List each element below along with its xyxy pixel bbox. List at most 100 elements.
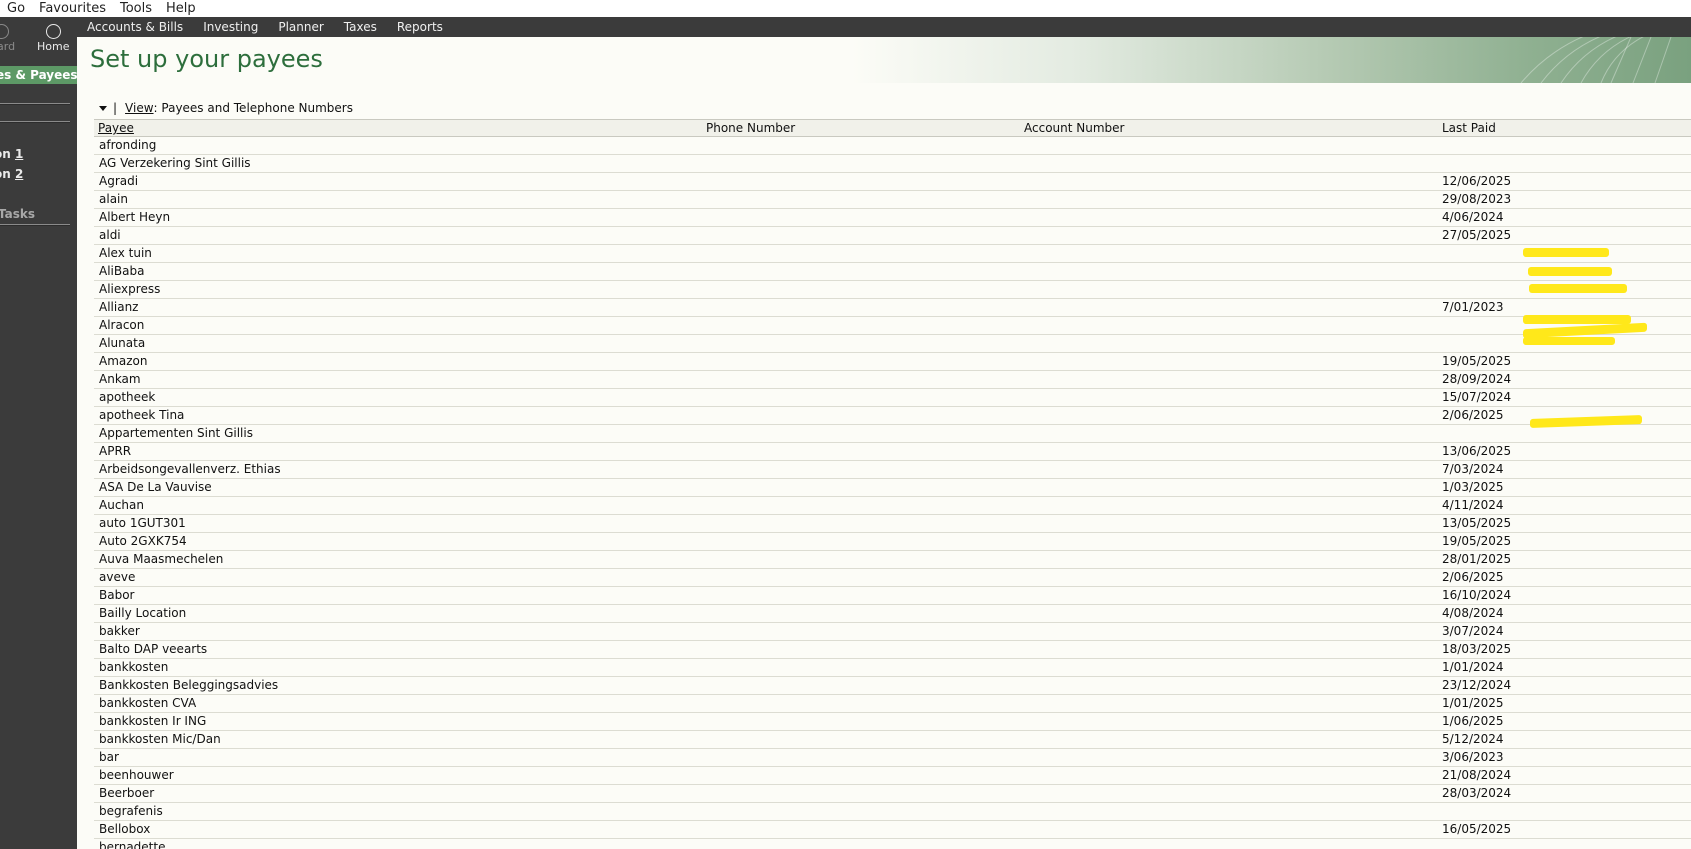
last-paid-cell: 3/06/2023 — [1442, 750, 1504, 764]
last-paid-cell: 7/03/2024 — [1442, 462, 1504, 476]
payee-cell: apotheek Tina — [99, 408, 185, 422]
table-row[interactable]: apotheek Tina 2/06/2025 — [94, 407, 1691, 425]
payee-cell: afronding — [99, 138, 157, 152]
table-row[interactable]: bankkosten CVA 1/01/2025 — [94, 695, 1691, 713]
last-paid-cell: 4/06/2024 — [1442, 210, 1504, 224]
column-header-phone[interactable]: Phone Number — [706, 121, 795, 135]
table-row[interactable]: APRR 13/06/2025 — [94, 443, 1691, 461]
last-paid-cell: 1/06/2025 — [1442, 714, 1504, 728]
table-row[interactable]: bakker 3/07/2024 — [94, 623, 1691, 641]
table-row[interactable]: Albert Heyn 4/06/2024 — [94, 209, 1691, 227]
table-row[interactable]: alain 29/08/2023 — [94, 191, 1691, 209]
table-row[interactable]: Bankkosten Beleggingsadvies 23/12/2024 — [94, 677, 1691, 695]
table-row[interactable]: Appartementen Sint Gillis — [94, 425, 1691, 443]
last-paid-cell: 5/12/2024 — [1442, 732, 1504, 746]
tab-accounts-bills[interactable]: Accounts & Bills — [77, 17, 193, 37]
table-row[interactable]: Balto DAP veearts 18/03/2025 — [94, 641, 1691, 659]
payee-cell: bankkosten — [99, 660, 169, 674]
table-row[interactable]: Aliexpress — [94, 281, 1691, 299]
last-paid-cell: 28/01/2025 — [1442, 552, 1512, 566]
redaction-highlight — [1523, 248, 1609, 257]
table-row[interactable]: Ankam 28/09/2024 — [94, 371, 1691, 389]
table-row[interactable]: begrafenis — [94, 803, 1691, 821]
table-row[interactable]: bar 3/06/2023 — [94, 749, 1691, 767]
view-divider: | — [113, 101, 118, 115]
redaction-highlight — [1529, 284, 1627, 293]
table-row[interactable]: beenhouwer 21/08/2024 — [94, 767, 1691, 785]
table-row[interactable]: Arbeidsongevallenverz. Ethias 7/03/2024 — [94, 461, 1691, 479]
last-paid-cell: 1/03/2025 — [1442, 480, 1504, 494]
payee-cell: bernadette — [99, 840, 166, 849]
table-row[interactable]: bankkosten Ir ING 1/06/2025 — [94, 713, 1691, 731]
menu-tools[interactable]: Tools — [113, 0, 159, 17]
table-row[interactable]: Alunata — [94, 335, 1691, 353]
last-paid-cell: 7/01/2023 — [1442, 300, 1504, 314]
menu-go[interactable]: Go — [0, 0, 32, 17]
table-row[interactable]: aveve 2/06/2025 — [94, 569, 1691, 587]
table-row[interactable]: Beerboer 28/03/2024 — [94, 785, 1691, 803]
table-row[interactable]: bernadette — [94, 839, 1691, 849]
left-option-1[interactable]: on 1 — [0, 147, 23, 161]
table-row[interactable]: AG Verzekering Sint Gillis — [94, 155, 1691, 173]
table-row[interactable]: aldi 27/05/2025 — [94, 227, 1691, 245]
table-row[interactable]: ASA De La Vauvise 1/03/2025 — [94, 479, 1691, 497]
table-row[interactable]: Auto 2GXK754 19/05/2025 — [94, 533, 1691, 551]
table-row[interactable]: apotheek 15/07/2024 — [94, 389, 1691, 407]
table-row[interactable]: Amazon 19/05/2025 — [94, 353, 1691, 371]
tab-investing[interactable]: Investing — [193, 17, 268, 37]
home-label: Home — [37, 40, 70, 53]
table-row[interactable]: Alex tuin — [94, 245, 1691, 263]
payee-cell: Balto DAP veearts — [99, 642, 208, 656]
last-paid-cell: 16/05/2025 — [1442, 822, 1512, 836]
divider — [0, 103, 70, 105]
column-header-last-paid[interactable]: Last Paid — [1442, 121, 1496, 135]
last-paid-cell: 13/06/2025 — [1442, 444, 1512, 458]
table-row[interactable]: Bailly Location 4/08/2024 — [94, 605, 1691, 623]
tab-reports[interactable]: Reports — [387, 17, 453, 37]
left-option-2[interactable]: on 2 — [0, 167, 23, 181]
tab-taxes[interactable]: Taxes — [334, 17, 387, 37]
payee-cell: begrafenis — [99, 804, 163, 818]
payee-cell: Ankam — [99, 372, 141, 386]
column-header-payee[interactable]: Payee — [98, 121, 134, 135]
view-selector[interactable]: | View: Payees and Telephone Numbers — [99, 101, 353, 115]
table-row[interactable]: Alracon — [94, 317, 1691, 335]
table-row[interactable]: afronding — [94, 137, 1691, 155]
table-row[interactable]: Auva Maasmechelen 28/01/2025 — [94, 551, 1691, 569]
view-label: View — [125, 101, 154, 115]
last-paid-cell: 21/08/2024 — [1442, 768, 1512, 782]
table-row[interactable]: Bellobox 16/05/2025 — [94, 821, 1691, 839]
last-paid-cell: 2/06/2025 — [1442, 570, 1504, 584]
table-row[interactable]: bankkosten 1/01/2024 — [94, 659, 1691, 677]
payee-cell: APRR — [99, 444, 132, 458]
menu-favourites[interactable]: Favourites — [32, 0, 113, 17]
payee-cell: Auto 2GXK754 — [99, 534, 187, 548]
last-paid-cell: 28/09/2024 — [1442, 372, 1512, 386]
column-header-account[interactable]: Account Number — [1024, 121, 1124, 135]
table-row[interactable]: Auchan 4/11/2024 — [94, 497, 1691, 515]
menu-help[interactable]: Help — [159, 0, 203, 17]
payee-cell: ASA De La Vauvise — [99, 480, 212, 494]
tasks-label[interactable]: Tasks — [0, 207, 35, 221]
table-row[interactable]: auto 1GUT301 13/05/2025 — [94, 515, 1691, 533]
forward-label: ward — [0, 40, 16, 53]
table-row[interactable]: bankkosten Mic/Dan 5/12/2024 — [94, 731, 1691, 749]
dropdown-arrow-icon[interactable] — [99, 105, 107, 111]
payee-cell: aldi — [99, 228, 121, 242]
table-row[interactable]: Babor 16/10/2024 — [94, 587, 1691, 605]
forward-icon — [0, 24, 10, 39]
tab-planner[interactable]: Planner — [268, 17, 333, 37]
home-button[interactable]: Home — [37, 24, 69, 53]
forward-button[interactable]: ward — [0, 24, 15, 53]
table-row[interactable]: AliBaba — [94, 263, 1691, 281]
left-pane: ward Home es & Payees on 1 on 2 Tasks — [0, 17, 77, 849]
last-paid-cell: 3/07/2024 — [1442, 624, 1504, 638]
last-paid-cell: 15/07/2024 — [1442, 390, 1512, 404]
last-paid-cell: 29/08/2023 — [1442, 192, 1512, 206]
table-row[interactable]: Agradi 12/06/2025 — [94, 173, 1691, 191]
payee-cell: beenhouwer — [99, 768, 174, 782]
table-row[interactable]: Allianz 7/01/2023 — [94, 299, 1691, 317]
last-paid-cell: 1/01/2024 — [1442, 660, 1504, 674]
last-paid-cell: 1/01/2025 — [1442, 696, 1504, 710]
left-option-1-number: 1 — [14, 147, 24, 161]
